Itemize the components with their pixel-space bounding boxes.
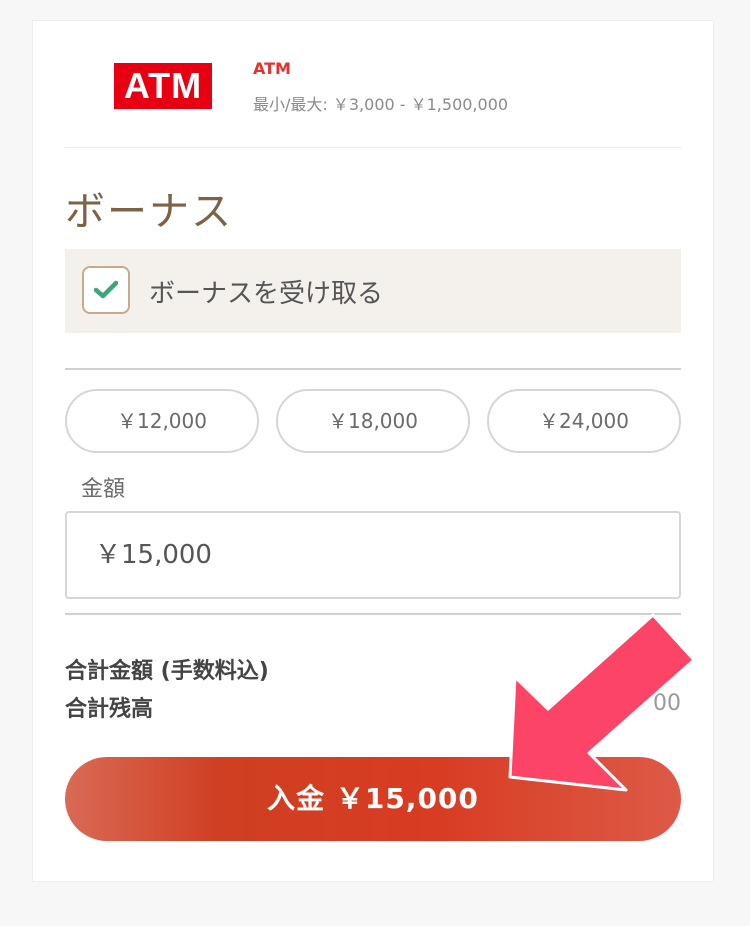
bonus-checkbox[interactable] xyxy=(82,266,130,314)
payment-method-header[interactable]: ATM ATM 最小/最大: ￥3,000 - ￥1,500,000 xyxy=(65,21,681,148)
pointer-arrow-icon xyxy=(508,613,696,792)
amount-label: 金額 xyxy=(81,477,126,502)
preset-amount-24000[interactable]: ￥24,000 xyxy=(487,389,681,453)
divider xyxy=(65,368,681,370)
bonus-option[interactable]: ボーナスを受け取る xyxy=(65,249,681,333)
payment-method-name: ATM xyxy=(253,59,291,78)
summary-total-label: 合計金額 (手数料込) xyxy=(65,659,269,684)
preset-amount-12000[interactable]: ￥12,000 xyxy=(65,389,259,453)
preset-amount-18000[interactable]: ￥18,000 xyxy=(276,389,470,453)
bonus-title: ボーナス xyxy=(65,189,233,235)
bonus-checkbox-label[interactable]: ボーナスを受け取る xyxy=(149,273,383,310)
check-icon xyxy=(94,280,118,299)
summary-balance-label: 合計残高 xyxy=(65,697,154,722)
payment-method-limits: 最小/最大: ￥3,000 - ￥1,500,000 xyxy=(253,95,509,114)
atm-logo: ATM xyxy=(114,63,212,109)
amount-input[interactable]: ￥15,000 xyxy=(65,511,681,599)
